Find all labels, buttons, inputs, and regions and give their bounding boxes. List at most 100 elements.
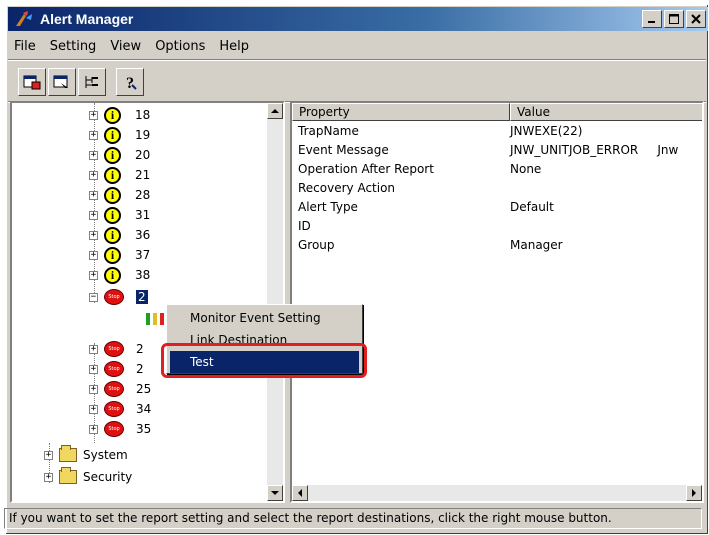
menu-separator bbox=[8, 59, 706, 61]
property-list-pane[interactable]: Property Value TrapName JNWEXE(22) Event … bbox=[290, 101, 704, 503]
expand-icon[interactable]: + bbox=[89, 250, 98, 260]
info-icon: i bbox=[104, 266, 121, 284]
expand-icon[interactable]: + bbox=[89, 384, 98, 394]
menu-options[interactable]: Options bbox=[149, 37, 213, 56]
scroll-right-button[interactable] bbox=[686, 485, 702, 501]
expand-icon[interactable]: + bbox=[89, 344, 98, 354]
tree-item[interactable]: + i 31 bbox=[89, 205, 150, 225]
value-cell: JNW_UNITJOB_ERROR Jnw bbox=[510, 143, 679, 157]
tree-pane[interactable]: + i 18 + i 19 + i 20 + i 21 + i 28 + i 31 + i 36 + i 37 … bbox=[10, 101, 285, 503]
value-cell bbox=[510, 219, 702, 238]
window-title: Alert Manager bbox=[40, 11, 134, 27]
property-cell: TrapName bbox=[298, 124, 359, 138]
list-row[interactable]: Operation After Report None bbox=[298, 162, 702, 181]
tree-item[interactable]: + Stop 25 bbox=[89, 379, 151, 399]
info-icon: i bbox=[104, 186, 121, 204]
folder-icon bbox=[59, 467, 77, 484]
list-row[interactable]: Alert Type Default bbox=[298, 200, 702, 219]
tree-item[interactable]: + i 21 bbox=[89, 165, 150, 185]
minimize-button[interactable] bbox=[642, 10, 662, 28]
list-row[interactable]: TrapName JNWEXE(22) bbox=[298, 124, 702, 143]
expand-icon[interactable]: + bbox=[89, 424, 98, 434]
menu-setting[interactable]: Setting bbox=[44, 37, 105, 56]
tree-view-button[interactable] bbox=[78, 68, 106, 96]
list-horizontal-scrollbar[interactable] bbox=[292, 485, 702, 501]
info-icon: i bbox=[104, 166, 121, 184]
tree-item[interactable]: + i 18 bbox=[89, 105, 150, 125]
menu-help[interactable]: Help bbox=[213, 37, 257, 56]
expand-icon[interactable]: + bbox=[89, 210, 98, 220]
expand-icon[interactable]: + bbox=[44, 450, 53, 460]
tree-item-label: 20 bbox=[135, 148, 151, 162]
expand-icon[interactable]: + bbox=[89, 150, 98, 160]
tree-item-label: 18 bbox=[135, 108, 151, 122]
scroll-down-button[interactable] bbox=[267, 485, 283, 501]
tree-item-label: 25 bbox=[136, 382, 152, 396]
tree-item[interactable]: + i 37 bbox=[89, 245, 150, 265]
tree-item-label: 2 bbox=[136, 342, 144, 356]
help-button[interactable]: ? bbox=[116, 68, 144, 96]
tree-folder-system[interactable]: + System bbox=[44, 445, 128, 465]
tree-folder-label: Security bbox=[83, 470, 133, 484]
tree-item-selected[interactable]: − Stop 2 bbox=[89, 287, 148, 307]
status-bar: If you want to set the report setting an… bbox=[4, 508, 702, 529]
close-button[interactable] bbox=[686, 10, 706, 28]
expand-icon[interactable]: + bbox=[89, 364, 98, 374]
tree-item[interactable]: + Stop 2 bbox=[89, 339, 144, 359]
expand-icon[interactable]: + bbox=[89, 170, 98, 180]
context-menu-item-monitor-event-setting[interactable]: Monitor Event Setting bbox=[170, 307, 359, 329]
tree-item-label: 35 bbox=[136, 422, 152, 436]
maximize-button[interactable] bbox=[664, 10, 684, 28]
scroll-up-button[interactable] bbox=[267, 103, 283, 119]
menu-file[interactable]: File bbox=[8, 37, 44, 56]
tree-item[interactable]: + i 36 bbox=[89, 225, 150, 245]
tree-vertical-scrollbar[interactable] bbox=[267, 103, 283, 501]
menu-view[interactable]: View bbox=[104, 37, 149, 56]
info-icon: i bbox=[104, 206, 121, 224]
tree-item-label: 31 bbox=[135, 208, 151, 222]
tree-item[interactable]: + i 20 bbox=[89, 145, 150, 165]
expand-icon[interactable]: + bbox=[44, 472, 53, 482]
list-row[interactable]: Event Message JNW_UNITJOB_ERROR Jnw bbox=[298, 143, 702, 162]
property-cell: Group bbox=[298, 238, 335, 252]
close-icon bbox=[691, 14, 701, 24]
list-header: Property Value bbox=[292, 103, 702, 121]
toolbar: ? bbox=[18, 65, 146, 99]
stop-icon: Stop bbox=[104, 341, 124, 357]
property-sheet-icon bbox=[23, 75, 41, 90]
tree-item-label: 34 bbox=[136, 402, 152, 416]
tree-item[interactable]: + Stop 34 bbox=[89, 399, 151, 419]
expand-icon[interactable]: + bbox=[89, 270, 98, 280]
maximize-icon bbox=[669, 14, 679, 24]
tree-item[interactable]: + Stop 2 bbox=[89, 359, 144, 379]
column-header-value[interactable]: Value bbox=[510, 103, 702, 121]
tree-item[interactable]: + i 28 bbox=[89, 185, 150, 205]
tree-item[interactable]: + i 19 bbox=[89, 125, 150, 145]
tree-item-label: 2 bbox=[136, 362, 144, 376]
tree-item-label: 19 bbox=[135, 128, 151, 142]
expand-icon[interactable]: + bbox=[89, 110, 98, 120]
scroll-left-button[interactable] bbox=[292, 485, 308, 501]
list-row[interactable]: ID bbox=[298, 219, 702, 238]
expand-icon[interactable]: + bbox=[89, 130, 98, 140]
stop-icon: Stop bbox=[104, 381, 124, 397]
tree-item[interactable]: + i 38 bbox=[89, 265, 150, 285]
column-header-property[interactable]: Property bbox=[292, 103, 510, 121]
property-sheet-button[interactable] bbox=[18, 68, 46, 96]
help-icon: ? bbox=[126, 75, 137, 91]
tree-item-label: 28 bbox=[135, 188, 151, 202]
list-row[interactable]: Recovery Action bbox=[298, 181, 702, 200]
expand-icon[interactable]: + bbox=[89, 404, 98, 414]
title-bar[interactable]: Alert Manager bbox=[8, 7, 708, 31]
tree-item-label: 38 bbox=[135, 268, 151, 282]
list-row[interactable]: Group Manager bbox=[298, 238, 702, 257]
tree-folder-label: System bbox=[83, 448, 128, 462]
expand-icon[interactable]: + bbox=[89, 230, 98, 240]
arrow-right-icon bbox=[692, 489, 696, 497]
window-button[interactable] bbox=[48, 68, 76, 96]
collapse-icon[interactable]: − bbox=[89, 292, 98, 302]
expand-icon[interactable]: + bbox=[89, 190, 98, 200]
stop-icon: Stop bbox=[104, 421, 124, 437]
tree-item[interactable]: + Stop 35 bbox=[89, 419, 151, 439]
tree-folder-security[interactable]: + Security bbox=[44, 467, 132, 487]
